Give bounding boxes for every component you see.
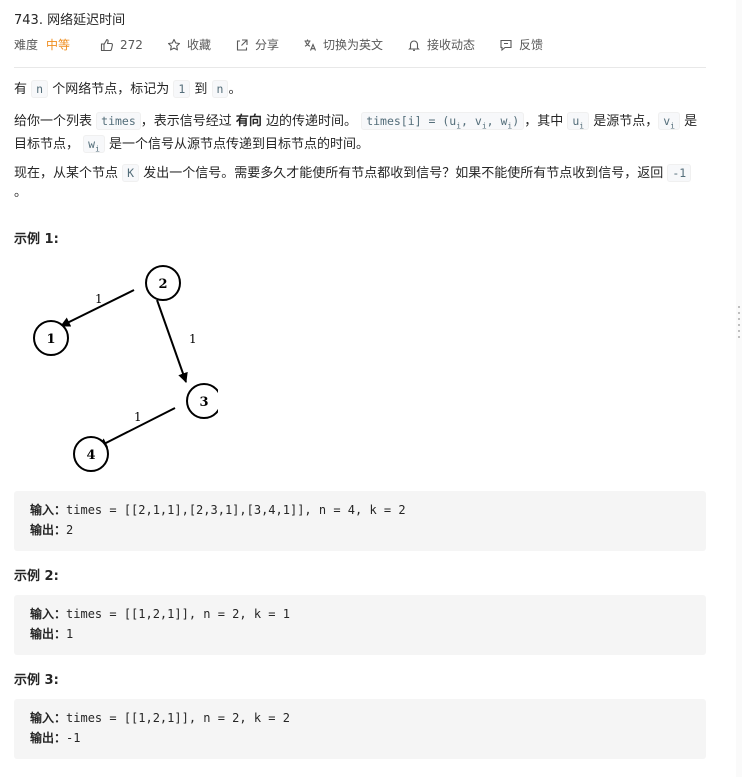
code-part: , v (461, 114, 482, 128)
example-output-line: 输出：1 (30, 624, 690, 644)
inline-code: n (31, 80, 49, 98)
feedback-button[interactable]: 反馈 (499, 36, 543, 53)
text: 。 (228, 82, 242, 97)
description-paragraph-2: 给你一个列表 times ，表示信号经过 有向 边的传递时间。 times[i] … (14, 112, 706, 159)
edge-label: 1 (189, 332, 197, 346)
resize-handle[interactable] (738, 306, 741, 346)
text: 个网络节点，标记为 (48, 82, 174, 97)
handle-dot (738, 330, 740, 332)
input-value: times = [[1,2,1]], n = 2, k = 1 (66, 607, 290, 621)
description-paragraph-3: 现在，从某个节点 K 发出一个信号。需要多久才能使所有节点都收到信号？如果不能使… (14, 164, 706, 202)
feedback-label: 反馈 (519, 38, 544, 52)
edge-2-3 (156, 299, 188, 383)
share-icon (235, 38, 249, 52)
output-value: 2 (66, 523, 74, 537)
share-label: 分享 (254, 38, 279, 52)
example-output-line: 输出：2 (30, 520, 690, 540)
example-1-title: 示例 1: (14, 232, 59, 247)
inline-code-times-def: times[i] = (ui, vi, wi) (361, 112, 525, 130)
code-part: , w (486, 114, 508, 128)
feedback-icon (499, 38, 513, 52)
handle-dot (738, 318, 740, 320)
subscribe-button[interactable]: 接收动态 (407, 36, 475, 53)
handle-dot (738, 336, 740, 338)
like-count: 272 (120, 37, 143, 52)
switch-language-label: 切换为英文 (322, 38, 383, 52)
text: ，其中 (524, 114, 568, 129)
text: 。 (14, 185, 28, 200)
text: 给你一个列表 (14, 114, 97, 129)
output-label: 输出： (30, 523, 67, 537)
handle-dot (738, 312, 740, 314)
input-value: times = [[1,2,1]], n = 2, k = 2 (66, 711, 290, 725)
edge-label: 1 (95, 292, 103, 306)
output-label: 输出： (30, 731, 67, 745)
handle-dot (738, 324, 740, 326)
favorite-label: 收藏 (186, 38, 211, 52)
input-value: times = [[2,1,1],[2,3,1],[3,4,1]], n = 4… (66, 503, 406, 517)
panel-scrollbar[interactable] (736, 0, 742, 777)
edge-label: 1 (134, 410, 142, 424)
text: 现在，从某个节点 (14, 166, 123, 181)
input-label: 输入： (30, 711, 67, 725)
description-paragraph-1: 有 n 个网络节点，标记为 1 到 n。 (14, 80, 706, 99)
input-label: 输入： (30, 607, 67, 621)
text: 是一个信号从源节点传递到目标节点的时间。 (104, 137, 370, 153)
example-3-code-block: 输入：times = [[1,2,1]], n = 2, k = 2 输出：-1 (14, 699, 706, 759)
star-icon (167, 38, 181, 52)
node-label: 3 (199, 395, 208, 410)
subscript: i (95, 144, 100, 154)
difficulty-badge: 中等 (46, 38, 71, 52)
example-1-code-block: 输入：times = [[2,1,1],[2,3,1],[3,4,1]], n … (14, 491, 706, 551)
example-input-line: 输入：times = [[1,2,1]], n = 2, k = 1 (30, 604, 690, 624)
node-label: 1 (46, 332, 55, 347)
like-button[interactable]: 272 (100, 38, 143, 52)
example-2-title: 示例 2: (14, 569, 59, 584)
code-part: ) (512, 114, 520, 128)
inline-code: -1 (667, 164, 692, 182)
text: 到 (190, 82, 212, 97)
inline-code: K (122, 164, 140, 182)
output-label: 输出： (30, 627, 67, 641)
example-output-line: 输出：-1 (30, 728, 690, 748)
inline-code-u: ui (567, 112, 590, 131)
inline-code: 1 (173, 80, 191, 98)
text: 发出一个信号。需要多久才能使所有节点都收到信号？如果不能使所有节点收到信号，返回 (139, 166, 668, 181)
difficulty-label: 难度 (14, 38, 39, 52)
bold-text: 有向 (235, 114, 262, 129)
example-2-code-block: 输入：times = [[1,2,1]], n = 2, k = 1 输出：1 (14, 595, 706, 655)
example-input-line: 输入：times = [[2,1,1],[2,3,1],[3,4,1]], n … (30, 500, 690, 520)
text: 有 (14, 82, 32, 97)
inline-code: n (211, 80, 229, 98)
example-3-title: 示例 3: (14, 673, 59, 688)
text: 边的传递时间。 (261, 114, 362, 129)
example-graph-image: 1 1 1 2 1 3 4 (18, 258, 222, 482)
graph-svg: 1 1 1 2 1 3 4 (33, 265, 222, 472)
node-label: 2 (158, 277, 167, 292)
subscribe-label: 接收动态 (426, 38, 475, 52)
inline-code-w: wi (83, 135, 105, 154)
handle-dot (738, 306, 740, 308)
output-value: -1 (66, 731, 81, 745)
share-button[interactable]: 分享 (235, 36, 279, 53)
example-input-line: 输入：times = [[1,2,1]], n = 2, k = 2 (30, 708, 690, 728)
node-label: 4 (86, 448, 95, 463)
inline-code: times (96, 112, 141, 130)
text: ，表示信号经过 (140, 114, 236, 129)
favorite-button[interactable]: 收藏 (167, 36, 211, 53)
switch-language-button[interactable]: 切换为英文 (303, 36, 383, 53)
output-value: 1 (66, 627, 74, 641)
input-label: 输入： (30, 503, 67, 517)
problem-title: 743. 网络延迟时间 (14, 13, 126, 28)
header-divider (14, 67, 706, 68)
code-part: times[i] = (u (366, 114, 457, 128)
translate-icon (303, 38, 317, 52)
inline-code-v: vi (658, 112, 680, 130)
thumbs-up-icon (100, 38, 114, 52)
subscript: i (579, 121, 585, 131)
bell-icon (407, 38, 421, 52)
subscript: i (670, 121, 675, 131)
text: 是源节点， (589, 114, 659, 129)
problem-meta-bar: 难度 中等 272 收藏 分享 切换为英文 接收动态 反馈 (14, 36, 567, 53)
